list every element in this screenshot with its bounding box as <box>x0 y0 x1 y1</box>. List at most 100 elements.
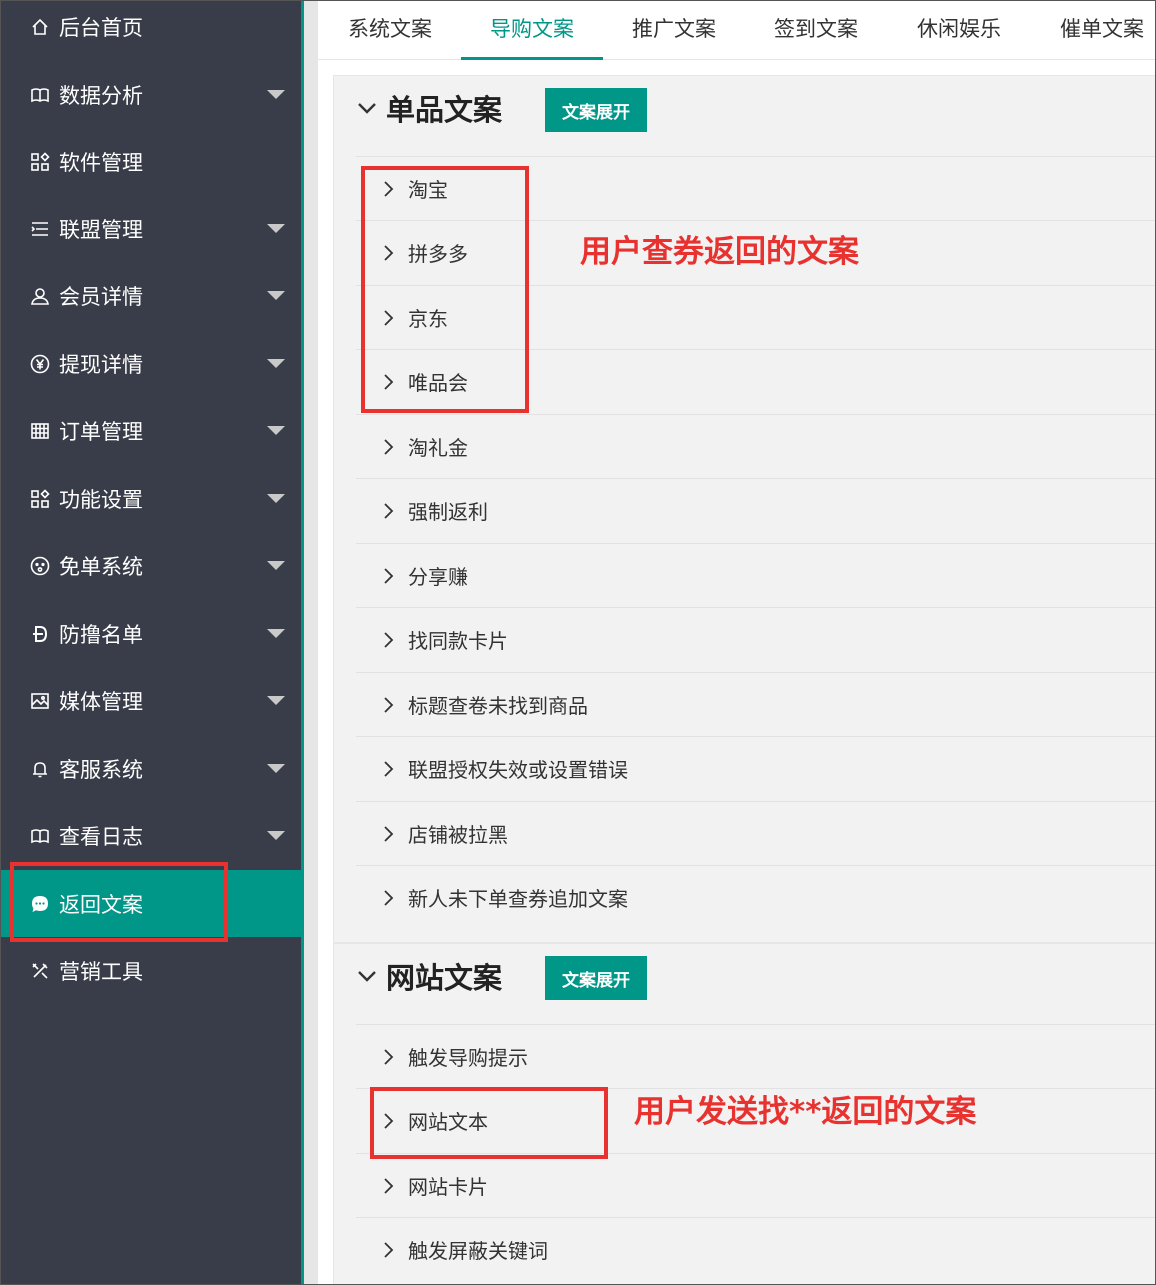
list-item[interactable]: 唯品会 <box>356 349 1156 413</box>
list-item[interactable]: 强制返利 <box>356 478 1156 542</box>
yen-icon <box>29 353 51 375</box>
chevron-right-icon <box>382 1112 396 1129</box>
sidebar-item-reply-copy[interactable]: 返回文案 <box>0 870 301 937</box>
sidebar-item-customer-service[interactable]: 客服系统 <box>0 735 301 802</box>
list-item[interactable]: 京东 <box>356 285 1156 349</box>
panel-header[interactable]: 网站文案 文案展开 <box>334 944 1156 1008</box>
chevron-right-icon <box>382 373 396 390</box>
sidebar-item-home[interactable]: 后台首页 <box>0 0 301 60</box>
expand-copy-button[interactable]: 文案展开 <box>545 88 647 132</box>
chevron-right-icon <box>382 1177 396 1194</box>
list-item[interactable]: 触发导购提示 <box>356 1024 1156 1088</box>
chevron-right-icon <box>382 825 396 842</box>
list-item[interactable]: 联盟授权失效或设置错误 <box>356 736 1156 800</box>
sidebar-item-members[interactable]: 会员详情 <box>0 262 301 329</box>
copy-list: 淘宝 拼多多 京东 唯品会 淘礼金 强制返利 分享赚 找同款卡片 标题查卷未找到… <box>356 156 1156 929</box>
panel-single-product-copy: 单品文案 文案展开 淘宝 拼多多 京东 唯品会 淘礼金 强制返利 分享赚 找同款… <box>333 75 1156 943</box>
caret-down-icon <box>267 224 285 233</box>
caret-down-icon <box>267 359 285 368</box>
tab-bar: 系统文案 导购文案 推广文案 签到文案 休闲娱乐 催单文案 <box>318 0 1156 60</box>
sidebar-item-data-analysis[interactable]: 数据分析 <box>0 61 301 128</box>
sidebar-item-alliance[interactable]: 联盟管理 <box>0 195 301 262</box>
tab-checkin-copy[interactable]: 签到文案 <box>758 0 874 60</box>
sidebar-item-label: 订单管理 <box>59 419 143 444</box>
caret-down-icon <box>267 494 285 503</box>
sidebar-item-free-order[interactable]: 免单系统 <box>0 532 301 599</box>
chevron-right-icon <box>382 760 396 777</box>
chevron-down-icon[interactable] <box>356 97 378 119</box>
list-item[interactable]: 触发屏蔽关键词 <box>356 1217 1156 1281</box>
sidebar-item-label: 返回文案 <box>59 892 143 917</box>
tab-system-copy[interactable]: 系统文案 <box>332 0 448 60</box>
chevron-down-icon[interactable] <box>356 965 378 987</box>
chevron-right-icon <box>382 1048 396 1065</box>
sidebar-item-label: 后台首页 <box>59 15 143 40</box>
chevron-right-icon <box>382 244 396 261</box>
annotation-note-coupon: 用户查券返回的文案 <box>580 234 859 270</box>
face-icon <box>29 555 51 577</box>
copy-list: 触发导购提示 网站文本 网站卡片 触发屏蔽关键词 <box>356 1024 1156 1285</box>
chevron-right-icon <box>382 309 396 326</box>
dong-icon <box>29 623 51 645</box>
panel-title: 网站文案 <box>386 961 503 995</box>
caret-down-icon <box>267 696 285 705</box>
sidebar-item-software[interactable]: 软件管理 <box>0 128 301 195</box>
gutter <box>304 0 318 1285</box>
sidebar-item-label: 营销工具 <box>59 959 143 984</box>
sidebar-item-label: 客服系统 <box>59 757 143 782</box>
expand-copy-button[interactable]: 文案展开 <box>545 956 647 1000</box>
sidebar-item-label: 媒体管理 <box>59 689 143 714</box>
panel-title: 单品文案 <box>386 93 503 127</box>
list-item[interactable]: 新人未下单查券追加文案 <box>356 865 1156 929</box>
home-icon <box>29 16 51 38</box>
bell-icon <box>29 758 51 780</box>
user-icon <box>29 285 51 307</box>
tab-shopping-guide-copy[interactable]: 导购文案 <box>461 0 603 60</box>
list-item[interactable]: 分享赚 <box>356 543 1156 607</box>
list-item[interactable]: 网站卡片 <box>356 1153 1156 1217</box>
sidebar-item-withdraw[interactable]: 提现详情 <box>0 330 301 397</box>
tab-reminder-copy[interactable]: 催单文案 <box>1044 0 1156 60</box>
chevron-right-icon <box>382 1241 396 1258</box>
sidebar-item-label: 软件管理 <box>59 150 143 175</box>
sidebar-item-logs[interactable]: 查看日志 <box>0 802 301 869</box>
caret-down-icon <box>267 291 285 300</box>
apps-icon <box>29 151 51 173</box>
list-item[interactable]: 标题查卷未找到商品 <box>356 672 1156 736</box>
sidebar-item-label: 联盟管理 <box>59 217 143 242</box>
tab-entertainment[interactable]: 休闲娱乐 <box>901 0 1017 60</box>
sidebar-item-label: 防撸名单 <box>59 622 143 647</box>
grid-icon <box>29 420 51 442</box>
sidebar-item-marketing[interactable]: 营销工具 <box>0 937 301 1004</box>
chevron-right-icon <box>382 631 396 648</box>
sidebar-item-label: 查看日志 <box>59 824 143 849</box>
list-icon <box>29 218 51 240</box>
sidebar-item-orders[interactable]: 订单管理 <box>0 397 301 464</box>
caret-down-icon <box>267 90 285 99</box>
panel-header[interactable]: 单品文案 文案展开 <box>334 76 1156 140</box>
list-item[interactable]: 淘礼金 <box>356 414 1156 478</box>
list-item[interactable]: 店铺被拉黑 <box>356 801 1156 865</box>
sidebar: 后台首页 数据分析 软件管理 联盟管理 会员详情 提现详情 订单管理 功能设置 … <box>0 0 301 1285</box>
tab-promotion-copy[interactable]: 推广文案 <box>616 0 732 60</box>
sidebar-item-label: 会员详情 <box>59 284 143 309</box>
list-item[interactable]: 找同款卡片 <box>356 607 1156 671</box>
sidebar-item-label: 提现详情 <box>59 352 143 377</box>
tools-icon <box>29 960 51 982</box>
image-icon <box>29 690 51 712</box>
chevron-right-icon <box>382 502 396 519</box>
list-item[interactable]: 淘宝 <box>356 156 1156 220</box>
chat-icon <box>29 893 51 915</box>
caret-down-icon <box>267 561 285 570</box>
sidebar-item-label: 免单系统 <box>59 554 143 579</box>
sidebar-item-blacklist[interactable]: 防撸名单 <box>0 600 301 667</box>
caret-down-icon <box>267 426 285 435</box>
sidebar-item-settings[interactable]: 功能设置 <box>0 465 301 532</box>
chevron-right-icon <box>382 567 396 584</box>
chevron-right-icon <box>382 889 396 906</box>
caret-down-icon <box>267 629 285 638</box>
annotation-note-find: 用户发送找**返回的文案 <box>634 1094 977 1130</box>
chevron-right-icon <box>382 438 396 455</box>
sidebar-item-media[interactable]: 媒体管理 <box>0 667 301 734</box>
chevron-right-icon <box>382 180 396 197</box>
